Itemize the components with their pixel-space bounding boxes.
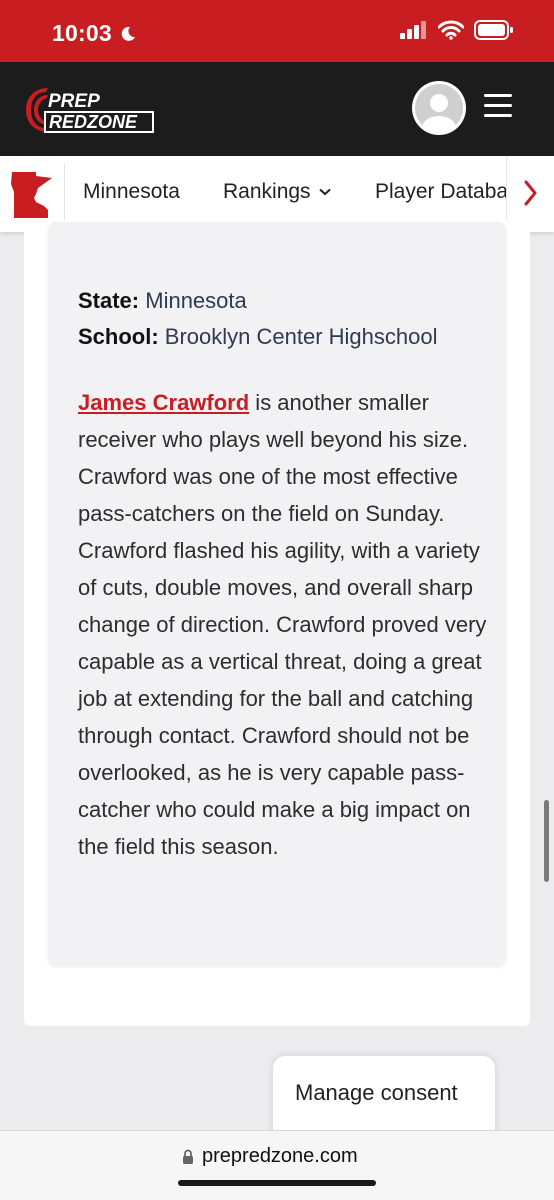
player-description-text: is another smaller receiver who plays we…	[78, 390, 487, 859]
nav-item-rankings-label: Rankings	[223, 180, 311, 203]
state-value: Minnesota	[145, 288, 247, 313]
nav-item-rankings[interactable]: Rankings	[223, 180, 331, 204]
player-description: James Crawford is another smaller receiv…	[78, 384, 488, 865]
school-label: School:	[78, 324, 159, 349]
url-display[interactable]: prepredzone.com	[182, 1145, 358, 1168]
state-label: State:	[78, 288, 140, 313]
manage-consent-button[interactable]: Manage consent	[273, 1056, 495, 1136]
battery-icon	[474, 20, 513, 40]
prep-redzone-logo[interactable]: PREP REDZONE	[22, 84, 156, 136]
site-header: PREP REDZONE	[0, 62, 554, 156]
cellular-signal-icon	[400, 21, 426, 39]
avatar-placeholder-icon	[415, 84, 463, 132]
svg-text:REDZONE: REDZONE	[49, 112, 138, 132]
nav-item-minnesota[interactable]: Minnesota	[83, 180, 180, 204]
status-time: 10:03	[52, 20, 137, 47]
minnesota-state-icon[interactable]	[8, 170, 56, 220]
nav-divider	[64, 164, 65, 222]
home-indicator	[178, 1180, 376, 1186]
player-link[interactable]: James Crawford	[78, 390, 249, 415]
moon-icon	[121, 26, 135, 41]
url-text: prepredzone.com	[202, 1145, 358, 1167]
user-avatar[interactable]	[412, 81, 466, 135]
browser-url-bar[interactable]: prepredzone.com	[0, 1130, 554, 1200]
status-indicators	[400, 20, 514, 40]
scrollbar[interactable]	[544, 800, 549, 882]
chevron-down-icon	[318, 188, 331, 196]
menu-icon[interactable]	[484, 94, 516, 122]
school-value: Brooklyn Center Highschool	[164, 324, 438, 349]
clock: 10:03	[52, 20, 112, 46]
lock-icon	[183, 1149, 193, 1164]
status-bar: 10:03	[0, 0, 554, 62]
school-row: School: Brooklyn Center Highschool	[78, 324, 438, 350]
state-row: State: Minnesota	[78, 288, 247, 314]
wifi-icon	[438, 20, 464, 40]
svg-text:PREP: PREP	[48, 91, 100, 112]
